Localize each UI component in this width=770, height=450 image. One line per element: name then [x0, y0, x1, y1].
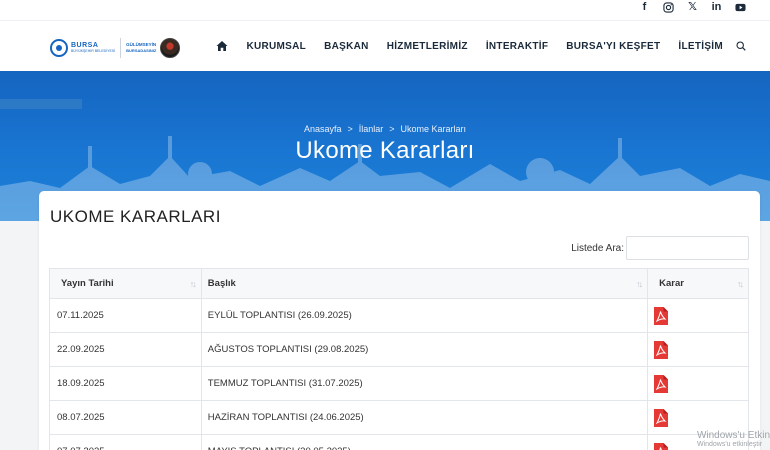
campaign-logo: GÜLÜMSEYİN BURSADASINIZ [126, 43, 156, 53]
cell-decision [648, 367, 748, 400]
main-navigation: BURSA BÜYÜKŞEHİR BELEDİYESİ GÜLÜMSEYİN B… [0, 20, 770, 71]
cell-date: 18.09.2025 [50, 367, 202, 400]
logo-divider [120, 38, 122, 58]
search-icon[interactable] [736, 41, 746, 51]
nav-item-bursayi-kesfet[interactable]: BURSA'YI KEŞFET [566, 41, 660, 52]
facebook-icon[interactable]: f [639, 1, 650, 13]
instagram-icon[interactable] [663, 1, 674, 13]
hero-tag [0, 99, 82, 109]
table-row: 22.09.2025 AĞUSTOS TOPLANTISI (29.08.202… [50, 333, 748, 367]
cell-title: MAYIS TOPLANTISI (30.05.2025) [202, 435, 649, 450]
social-links: f 𝕏 in [639, 0, 746, 14]
youtube-icon[interactable] [735, 1, 746, 13]
cell-date: 07.11.2025 [50, 299, 202, 332]
table-row: 07.11.2025 EYLÜL TOPLANTISI (26.09.2025) [50, 299, 748, 333]
content-card: UKOME KARARLARI Listede Ara: Yayın Tarih… [39, 191, 760, 450]
pdf-download-icon[interactable] [654, 374, 669, 393]
pdf-download-icon[interactable] [654, 442, 669, 450]
breadcrumb-home[interactable]: Anasayfa [304, 124, 342, 134]
breadcrumb-separator: > [347, 124, 353, 134]
nav-item-iletisim[interactable]: İLETİŞİM [678, 41, 723, 52]
page-title: Ukome Kararları [295, 137, 475, 164]
breadcrumb-separator: > [389, 124, 395, 134]
column-header-decision-label: Karar [659, 278, 684, 289]
x-icon[interactable]: 𝕏 [687, 1, 698, 13]
pdf-download-icon[interactable] [654, 306, 669, 325]
windows-activation-watermark: Windows'u Etkin Windows'u etkinleştir [697, 430, 770, 449]
column-header-title-label: Başlık [207, 278, 236, 289]
table-header-row: Yayın Tarihi ↑↓ Başlık ↑↓ Karar ↑↓ [50, 269, 748, 299]
nav-menu: KURUMSAL BAŞKAN HİZMETLERİMİZ İNTERAKTİF… [216, 37, 746, 55]
table-row: 07.07.2025 MAYIS TOPLANTISI (30.05.2025) [50, 435, 748, 450]
logo-sub-text: BÜYÜKŞEHİR BELEDİYESİ [71, 49, 116, 54]
cell-title: AĞUSTOS TOPLANTISI (29.08.2025) [202, 333, 649, 366]
watermark-line-1: Windows'u Etkin [696, 430, 770, 441]
breadcrumb-current: Ukome Kararları [400, 124, 467, 134]
cell-title: HAZİRAN TOPLANTISI (24.06.2025) [202, 401, 649, 434]
pdf-download-icon[interactable] [654, 340, 669, 359]
table-row: 08.07.2025 HAZİRAN TOPLANTISI (24.06.202… [50, 401, 748, 435]
linkedin-icon[interactable]: in [711, 1, 722, 13]
table-search-label: Listede Ara: [571, 243, 624, 254]
cell-date: 08.07.2025 [50, 401, 202, 434]
cell-title: EYLÜL TOPLANTISI (26.09.2025) [202, 299, 649, 332]
nav-item-hizmetlerimiz[interactable]: HİZMETLERİMİZ [387, 41, 468, 52]
bursa-emblem-icon [50, 39, 68, 57]
sort-icon: ↑↓ [636, 278, 643, 289]
sort-icon: ↑↓ [189, 278, 197, 289]
site-logo[interactable]: BURSA BÜYÜKŞEHİR BELEDİYESİ GÜLÜMSEYİN B… [50, 37, 181, 59]
cell-date: 07.07.2025 [50, 435, 202, 450]
nav-item-baskan[interactable]: BAŞKAN [324, 41, 369, 52]
table-search-input[interactable] [626, 236, 749, 260]
nav-item-kurumsal[interactable]: KURUMSAL [246, 41, 306, 52]
mayor-avatar [160, 38, 181, 58]
table-row: 18.09.2025 TEMMUZ TOPLANTISI (31.07.2025… [50, 367, 748, 401]
decisions-table: Yayın Tarihi ↑↓ Başlık ↑↓ Karar ↑↓ 07.11… [49, 268, 749, 450]
column-header-decision[interactable]: Karar ↑↓ [648, 269, 748, 298]
cell-title: TEMMUZ TOPLANTISI (31.07.2025) [202, 367, 649, 400]
breadcrumb: Anasayfa > İlanlar > Ukome Kararları [0, 124, 770, 134]
watermark-line-2: Windows'u etkinleştir [696, 441, 763, 448]
cell-date: 22.09.2025 [50, 333, 202, 366]
section-heading: UKOME KARARLARI [50, 207, 221, 226]
logo-text: BURSA BÜYÜKŞEHİR BELEDİYESİ [71, 42, 115, 54]
column-header-date-label: Yayın Tarihi [61, 278, 114, 289]
sort-icon: ↑↓ [737, 278, 744, 289]
cell-decision [648, 333, 748, 366]
cell-decision [648, 299, 748, 332]
column-header-title[interactable]: Başlık ↑↓ [202, 269, 649, 298]
nav-item-interaktif[interactable]: İNTERAKTİF [486, 41, 548, 52]
column-header-date[interactable]: Yayın Tarihi ↑↓ [50, 269, 202, 298]
home-icon[interactable] [216, 40, 228, 52]
pdf-download-icon[interactable] [654, 408, 669, 427]
breadcrumb-ilanlar[interactable]: İlanlar [359, 124, 384, 134]
campaign-line-2: BURSADASINIZ [126, 47, 157, 53]
top-bar: f 𝕏 in [0, 0, 770, 20]
